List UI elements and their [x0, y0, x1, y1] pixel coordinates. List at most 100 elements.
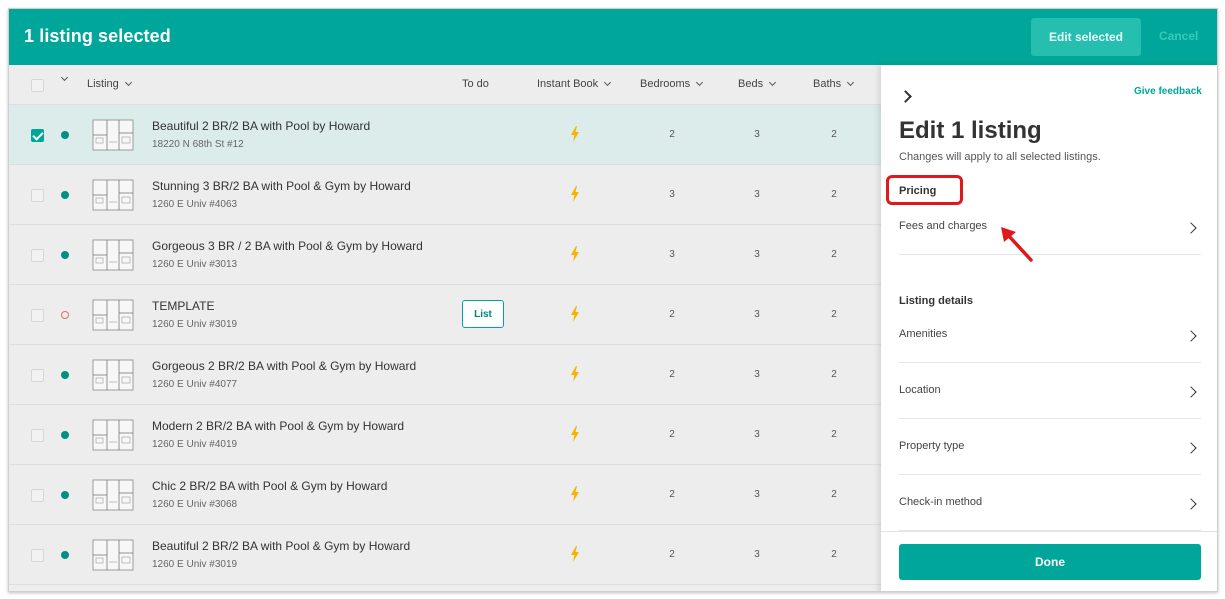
panel-row-amenities[interactable]: Amenities [899, 307, 1201, 363]
edit-selected-button[interactable]: Edit selected [1031, 18, 1141, 56]
table-row[interactable]: Gorgeous 2 BR/2 BA with Pool & Gym by Ho… [9, 345, 881, 405]
row-checkbox[interactable] [31, 309, 44, 322]
listing-title[interactable]: Gorgeous 2 BR/2 BA with Pool & Gym by Ho… [152, 359, 416, 373]
column-label: To do [462, 78, 489, 90]
chevron-down-icon [60, 73, 69, 82]
row-checkbox[interactable] [31, 429, 44, 442]
listing-address: 1260 E Univ #4063 [152, 199, 238, 210]
column-header-instant-book[interactable]: Instant Book [537, 78, 612, 90]
table-row[interactable]: Stunning 3 BR/2 BA with Pool & Gym by Ho… [9, 165, 881, 225]
table-row[interactable]: Gorgeous 3 BR / 2 BA with Pool & Gym by … [9, 225, 881, 285]
listing-thumbnail[interactable] [89, 115, 137, 155]
listings-table: Listing To do Instant Book Bedrooms Beds… [9, 65, 881, 591]
lightning-bolt-icon [571, 186, 579, 202]
status-dot-icon [61, 251, 69, 259]
baths-value: 2 [831, 489, 837, 500]
floor-plan-thumbnail [92, 179, 134, 211]
table-row[interactable]: TEMPLATE 1260 E Univ #3019 List 2 3 2 [9, 285, 881, 345]
column-header-listing[interactable]: Listing [87, 78, 132, 90]
cancel-button[interactable]: Cancel [1159, 29, 1198, 43]
panel-row-label: Location [899, 384, 941, 396]
floor-plan-thumbnail [92, 359, 134, 391]
panel-title: Edit 1 listing [899, 117, 1042, 144]
status-dot-icon [61, 311, 69, 319]
row-checkbox[interactable] [31, 549, 44, 562]
chevron-down-icon [124, 78, 132, 87]
table-row[interactable]: Beautiful 2 BR/2 BA with Pool by Howard 1… [9, 105, 881, 165]
listing-title[interactable]: Beautiful 2 BR/2 BA with Pool & Gym by H… [152, 539, 410, 553]
panel-row-label: Fees and charges [899, 220, 988, 232]
floor-plan-thumbnail [92, 299, 134, 331]
listing-address: 1260 E Univ #4077 [152, 379, 238, 390]
status-dot-icon [61, 371, 69, 379]
column-label: Instant Book [537, 78, 599, 90]
beds-value: 3 [754, 369, 760, 380]
listing-address: 1260 E Univ #3019 [152, 319, 238, 330]
listing-thumbnail[interactable] [89, 415, 137, 455]
table-row[interactable]: Modern 2 BR/2 BA with Pool & Gym by Howa… [9, 405, 881, 465]
row-checkbox[interactable] [31, 249, 44, 262]
baths-value: 2 [831, 369, 837, 380]
column-header-beds[interactable]: Beds [738, 78, 777, 90]
lightning-bolt-icon [571, 126, 579, 142]
beds-value: 3 [754, 249, 760, 260]
chevron-down-icon [604, 78, 612, 87]
list-button[interactable]: List [462, 300, 504, 328]
chevron-down-icon [696, 78, 704, 87]
listing-title[interactable]: Stunning 3 BR/2 BA with Pool & Gym by Ho… [152, 179, 411, 193]
row-checkbox[interactable] [31, 369, 44, 382]
beds-value: 3 [754, 489, 760, 500]
bulk-action-dropdown[interactable] [59, 73, 69, 82]
column-header-bedrooms[interactable]: Bedrooms [640, 78, 704, 90]
panel-row-label: Check-in method [899, 496, 983, 508]
lightning-bolt-icon [571, 426, 579, 442]
listing-thumbnail[interactable] [89, 475, 137, 515]
collapse-panel-chevron-icon[interactable] [899, 90, 912, 103]
lightning-bolt-icon [571, 246, 579, 262]
row-checkbox[interactable] [31, 489, 44, 502]
listing-title[interactable]: Beautiful 2 BR/2 BA with Pool by Howard [152, 119, 370, 133]
baths-value: 2 [831, 189, 837, 200]
annotation-arrow-icon [1001, 227, 1033, 262]
baths-value: 2 [831, 249, 837, 260]
panel-row-location[interactable]: Location [899, 363, 1201, 419]
listing-title[interactable]: TEMPLATE [152, 299, 214, 313]
column-header-baths[interactable]: Baths [813, 78, 855, 90]
row-checkbox[interactable] [31, 129, 44, 142]
baths-value: 2 [831, 309, 837, 320]
select-all-checkbox[interactable] [31, 79, 44, 92]
done-button[interactable]: Done [899, 544, 1201, 580]
listing-address: 1260 E Univ #3019 [152, 559, 238, 570]
listing-title[interactable]: Gorgeous 3 BR / 2 BA with Pool & Gym by … [152, 239, 423, 253]
panel-row-check-in-method[interactable]: Check-in method [899, 475, 1201, 531]
floor-plan-thumbnail [92, 419, 134, 451]
panel-subtitle: Changes will apply to all selected listi… [899, 151, 1101, 163]
listing-thumbnail[interactable] [89, 355, 137, 395]
selection-header: 1 listing selected Edit selected Cancel [9, 9, 1217, 65]
lightning-bolt-icon [571, 306, 579, 322]
status-dot-icon [61, 551, 69, 559]
panel-row-property-type[interactable]: Property type [899, 419, 1201, 475]
edit-listing-panel: Give feedback Edit 1 listing Changes wil… [881, 65, 1217, 591]
bedrooms-value: 2 [669, 129, 675, 140]
table-row[interactable]: Beautiful 2 BR/2 BA with Pool & Gym by H… [9, 525, 881, 585]
listing-title[interactable]: Modern 2 BR/2 BA with Pool & Gym by Howa… [152, 419, 404, 433]
beds-value: 3 [754, 309, 760, 320]
panel-row-fees-and-charges[interactable]: Fees and charges [899, 199, 1201, 255]
pricing-heading: Pricing [899, 185, 937, 197]
table-row[interactable]: Chic 2 BR/2 BA with Pool & Gym by Howard… [9, 465, 881, 525]
listing-title[interactable]: Chic 2 BR/2 BA with Pool & Gym by Howard [152, 479, 387, 493]
lightning-bolt-icon [571, 546, 579, 562]
baths-value: 2 [831, 549, 837, 560]
floor-plan-thumbnail [92, 239, 134, 271]
give-feedback-link[interactable]: Give feedback [1134, 86, 1202, 97]
listing-thumbnail[interactable] [89, 175, 137, 215]
listing-thumbnail[interactable] [89, 295, 137, 335]
column-label: Beds [738, 78, 764, 90]
listing-thumbnail[interactable] [89, 235, 137, 275]
status-dot-icon [61, 191, 69, 199]
row-checkbox[interactable] [31, 189, 44, 202]
baths-value: 2 [831, 129, 837, 140]
listing-thumbnail[interactable] [89, 535, 137, 575]
bedrooms-value: 2 [669, 429, 675, 440]
